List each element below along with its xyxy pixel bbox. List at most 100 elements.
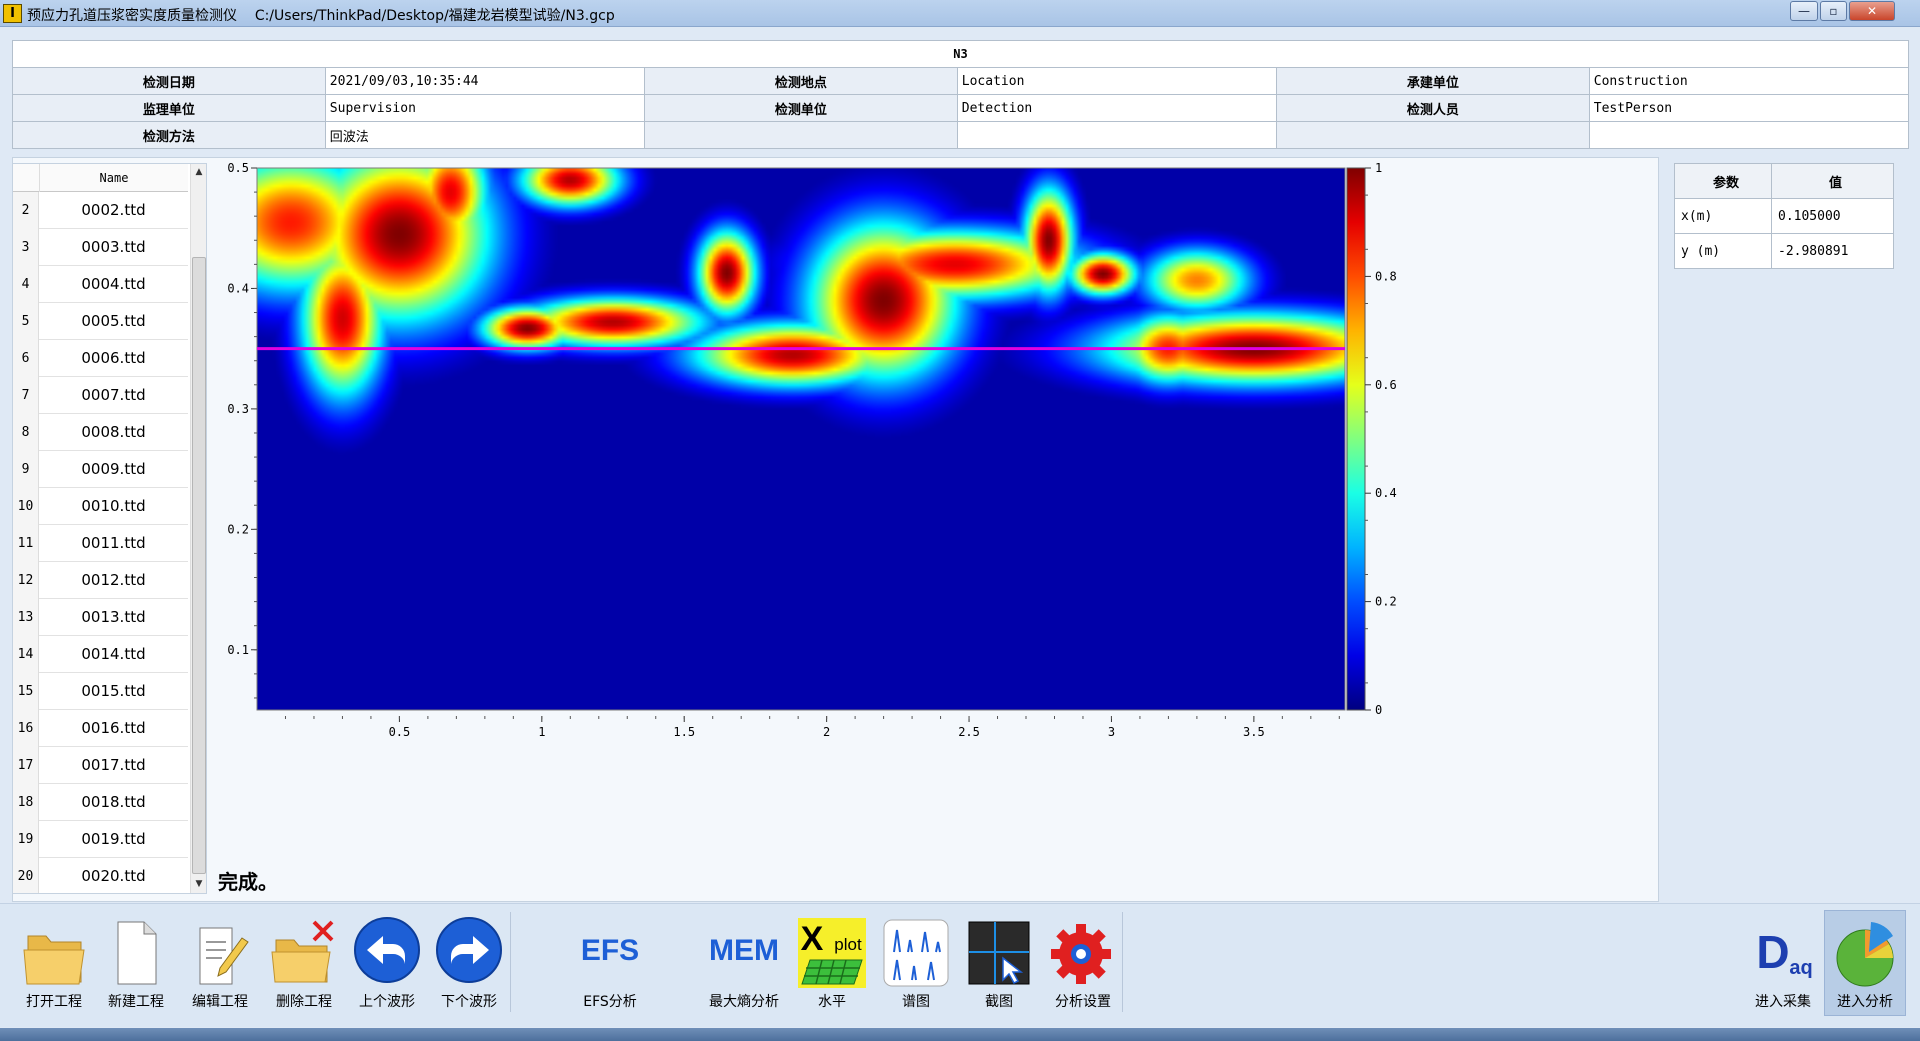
info-label bbox=[643, 121, 958, 149]
y-tick-label: 0.1 bbox=[227, 643, 249, 657]
delete-folder-icon bbox=[271, 920, 334, 983]
file-path: C:/Users/ThinkPad/Desktop/福建龙岩模型试验/N3.gc… bbox=[254, 8, 615, 24]
file-row-index: 5 bbox=[13, 303, 39, 340]
info-value: Detection bbox=[956, 94, 1277, 122]
y-tick-label: 0.5 bbox=[227, 161, 249, 175]
file-row-name: 0010.ttd bbox=[81, 497, 146, 515]
scroll-up-icon[interactable]: ▲ bbox=[191, 164, 206, 181]
file-list[interactable]: Name 2 0002.ttd 3 0003.ttd 4 0004.ttd 5 0005.tt… bbox=[12, 163, 207, 894]
file-list-item[interactable]: 4 0004.ttd bbox=[13, 266, 188, 303]
info-row: 检测日期 2021/09/03,10:35:44 检测地点 Location 承… bbox=[12, 67, 1910, 95]
file-list-item[interactable]: 10 0010.ttd bbox=[13, 488, 188, 525]
file-list-item[interactable]: 7 0007.ttd bbox=[13, 377, 188, 414]
file-row-name: 0002.ttd bbox=[81, 201, 146, 219]
file-list-rows: 2 0002.ttd 3 0003.ttd 4 0004.ttd 5 0005.ttd 6 000… bbox=[13, 192, 188, 893]
file-list-item[interactable]: 20 0020.ttd bbox=[13, 858, 188, 893]
app-name: 预应力孔道压浆密实度质量检测仪 bbox=[27, 8, 237, 24]
param-name: y (m) bbox=[1674, 233, 1772, 269]
mem-analysis-button[interactable]: MEM 最大熵分析 bbox=[704, 904, 784, 1016]
file-row-name: 0008.ttd bbox=[81, 423, 146, 441]
x-tick-label: 3 bbox=[1108, 725, 1115, 739]
file-list-item[interactable]: 18 0018.ttd bbox=[13, 784, 188, 821]
file-list-scrollbar[interactable]: ▲ ▼ bbox=[190, 164, 206, 893]
file-list-item[interactable]: 16 0016.ttd bbox=[13, 710, 188, 747]
grout-density-heatmap[interactable]: 0.1 0.2 0.3 0.4 0.5 0.5 1 1.5 2 2.5 3 3.5 0 0.2 0.4 0.6… bbox=[212, 160, 1657, 860]
file-list-item[interactable]: 3 0003.ttd bbox=[13, 229, 188, 266]
file-row-index: 7 bbox=[13, 377, 39, 414]
file-list-item[interactable]: 11 0011.ttd bbox=[13, 525, 188, 562]
level-button[interactable]: X plot 水平 bbox=[792, 904, 872, 1016]
file-row-index: 8 bbox=[13, 414, 39, 451]
colorbar-tick-label: 0.4 bbox=[1375, 486, 1397, 500]
name-column-header[interactable]: Name bbox=[39, 164, 188, 192]
file-row-index: 17 bbox=[13, 747, 39, 784]
file-row-name: 0013.ttd bbox=[81, 608, 146, 626]
file-row-name: 0005.ttd bbox=[81, 312, 146, 330]
next-waveform-button[interactable]: 下个波形 bbox=[429, 904, 509, 1016]
document-icon bbox=[117, 921, 157, 985]
heatmap-field[interactable] bbox=[257, 168, 1345, 710]
file-row-index: 13 bbox=[13, 599, 39, 636]
info-value: 2021/09/03,10:35:44 bbox=[324, 67, 645, 95]
daq-icon: D aq bbox=[1756, 926, 1812, 979]
file-row-name: 0016.ttd bbox=[81, 719, 146, 737]
window-title: 预应力孔道压浆密实度质量检测仪 C:/Users/ThinkPad/Deskto… bbox=[27, 5, 615, 25]
file-row-index: 18 bbox=[13, 784, 39, 821]
screenshot-icon bbox=[968, 921, 1030, 985]
file-list-item[interactable]: 2 0002.ttd bbox=[13, 192, 188, 229]
x-tick-label: 1 bbox=[538, 725, 545, 739]
file-list-item[interactable]: 12 0012.ttd bbox=[13, 562, 188, 599]
param-row: y (m) -2.980891 bbox=[1674, 233, 1894, 269]
x-tick-label: 3.5 bbox=[1243, 725, 1265, 739]
cursor-params-table: 参数 值 x(m) 0.105000 y (m) -2.980891 bbox=[1674, 163, 1894, 269]
file-row-name: 0011.ttd bbox=[81, 534, 146, 552]
file-row-index: 10 bbox=[13, 488, 39, 525]
file-list-item[interactable]: 17 0017.ttd bbox=[13, 747, 188, 784]
open-project-button[interactable]: 打开工程 bbox=[14, 904, 94, 1016]
colorbar-tick-label: 0 bbox=[1375, 703, 1382, 717]
delete-project-button[interactable]: 删除工程 bbox=[264, 904, 344, 1016]
enter-analysis-button[interactable]: 进入分析 bbox=[1825, 904, 1905, 1016]
spectrum-button[interactable]: 谱图 bbox=[876, 904, 956, 1016]
efs-analysis-button[interactable]: EFS EFS分析 bbox=[570, 904, 650, 1016]
file-list-item[interactable]: 9 0009.ttd bbox=[13, 451, 188, 488]
xplot-icon-plot: plot bbox=[834, 935, 862, 954]
info-label: 监理单位 bbox=[12, 94, 326, 122]
efs-analysis-label: EFS分析 bbox=[583, 994, 637, 1010]
file-row-index: 16 bbox=[13, 710, 39, 747]
close-button[interactable]: ✕ bbox=[1849, 1, 1895, 21]
file-row-index: 4 bbox=[13, 266, 39, 303]
inspection-info-table: N3 检测日期 2021/09/03,10:35:44 检测地点 Locatio… bbox=[12, 40, 1910, 149]
x-tick-label: 1.5 bbox=[673, 725, 695, 739]
file-list-item[interactable]: 5 0005.ttd bbox=[13, 303, 188, 340]
info-label bbox=[1275, 121, 1590, 149]
file-row-index: 19 bbox=[13, 821, 39, 858]
file-list-item[interactable]: 14 0014.ttd bbox=[13, 636, 188, 673]
file-row-index: 11 bbox=[13, 525, 39, 562]
file-list-item[interactable]: 15 0015.ttd bbox=[13, 673, 188, 710]
info-label: 检测人员 bbox=[1275, 94, 1590, 122]
enter-acquisition-button[interactable]: D aq 进入采集 bbox=[1743, 904, 1823, 1016]
file-list-item[interactable]: 13 0013.ttd bbox=[13, 599, 188, 636]
minimize-button[interactable]: — bbox=[1790, 1, 1818, 21]
next-waveform-label: 下个波形 bbox=[441, 994, 497, 1010]
scroll-thumb[interactable] bbox=[192, 257, 206, 874]
status-text: 完成。 bbox=[218, 870, 278, 894]
new-project-button[interactable]: 新建工程 bbox=[96, 904, 176, 1016]
scroll-down-icon[interactable]: ▼ bbox=[191, 876, 206, 893]
file-list-item[interactable]: 6 0006.ttd bbox=[13, 340, 188, 377]
previous-waveform-button[interactable]: 上个波形 bbox=[347, 904, 427, 1016]
xplot-icon: X plot bbox=[798, 918, 866, 988]
maximize-button[interactable]: ▫ bbox=[1820, 1, 1847, 21]
mem-icon-text: MEM bbox=[710, 934, 778, 967]
file-row-index: 20 bbox=[13, 858, 39, 893]
file-list-item[interactable]: 19 0019.ttd bbox=[13, 821, 188, 858]
edit-project-button[interactable]: 编辑工程 bbox=[180, 904, 260, 1016]
info-label: 检测地点 bbox=[643, 67, 958, 95]
efs-icon-text: EFS bbox=[581, 934, 639, 967]
info-value: Location bbox=[956, 67, 1277, 95]
file-list-item[interactable]: 8 0008.ttd bbox=[13, 414, 188, 451]
analysis-settings-button[interactable]: 分析设置 bbox=[1043, 904, 1123, 1016]
screenshot-button[interactable]: 截图 bbox=[959, 904, 1039, 1016]
efs-icon: EFS bbox=[581, 934, 639, 967]
